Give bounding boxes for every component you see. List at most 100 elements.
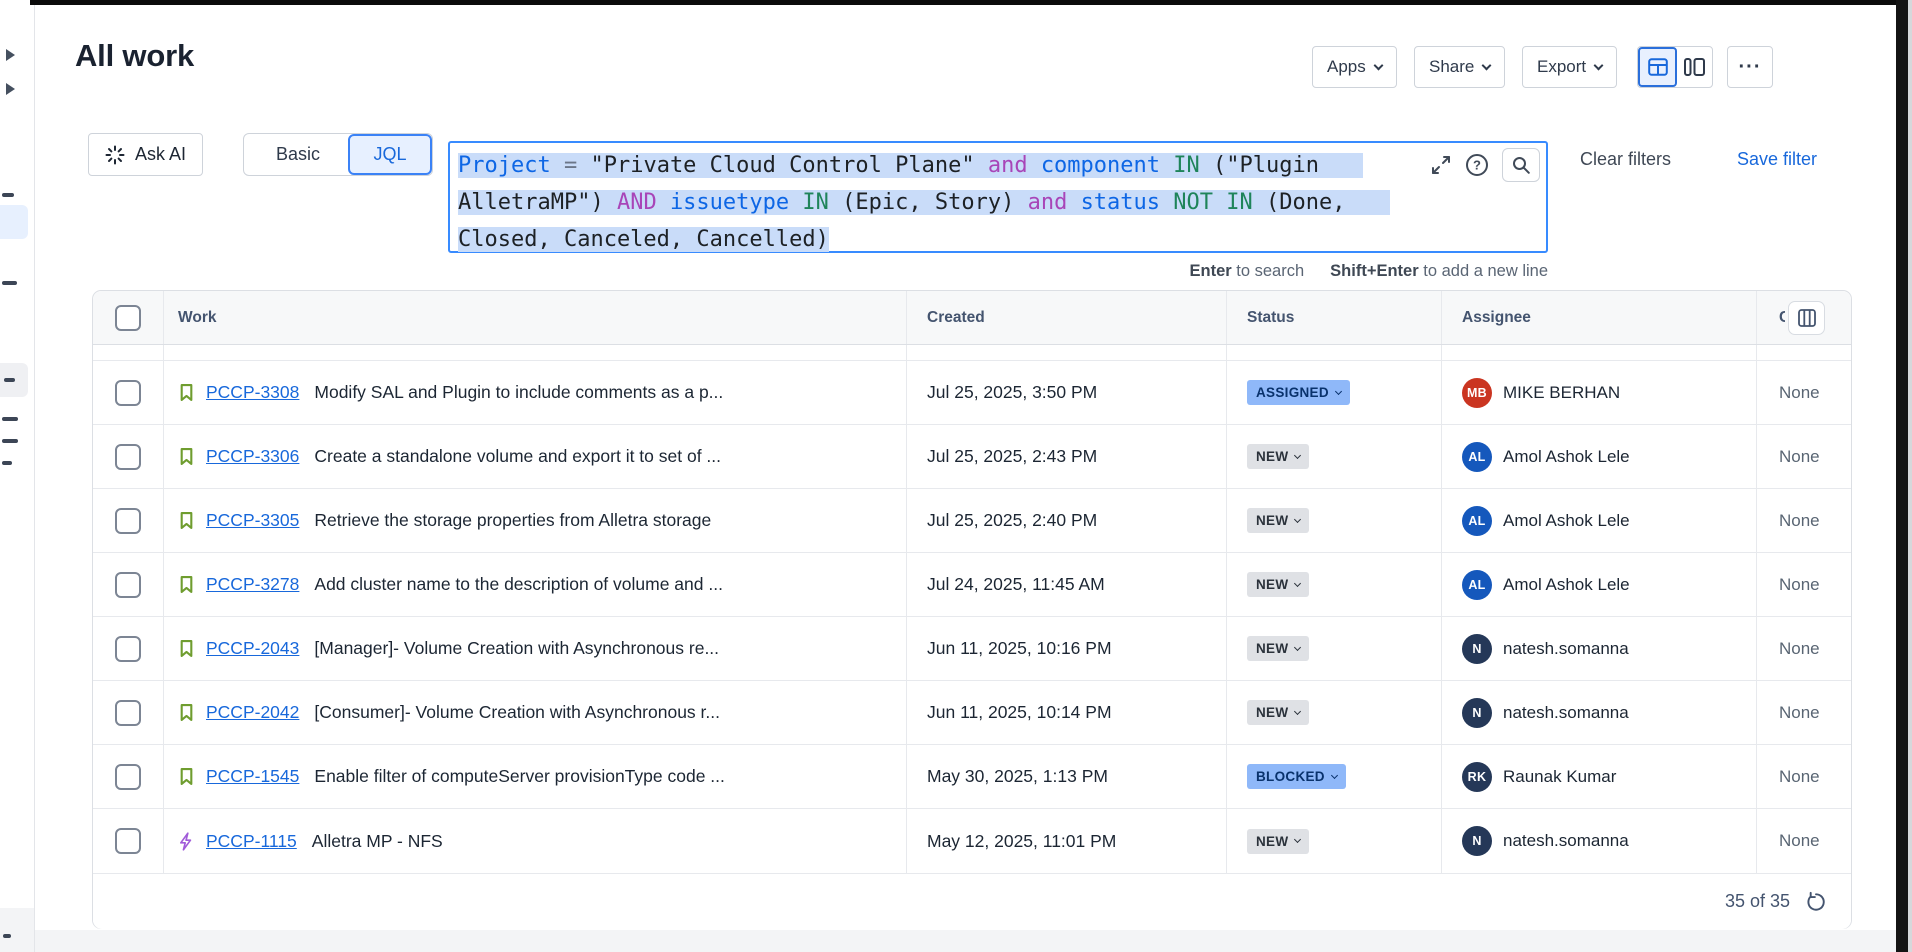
configure-columns-button[interactable] xyxy=(1788,301,1825,335)
row-checkbox[interactable] xyxy=(115,444,141,470)
header-assignee[interactable]: Assignee xyxy=(1441,291,1756,344)
story-icon xyxy=(176,766,197,787)
page-title: All work xyxy=(75,38,194,74)
select-all-checkbox[interactable] xyxy=(115,305,141,331)
save-filter-button[interactable]: Save filter xyxy=(1737,149,1817,170)
status-badge[interactable]: NEW xyxy=(1247,444,1309,469)
jql-editor[interactable]: Project = "Private Cloud Control Plane" … xyxy=(448,141,1548,253)
row-checkbox[interactable] xyxy=(115,764,141,790)
avatar: AL xyxy=(1462,442,1492,472)
detail-view-icon xyxy=(1684,58,1705,76)
hint-enter-text: to search xyxy=(1232,262,1304,280)
issue-key-link[interactable]: PCCP-1545 xyxy=(206,766,299,787)
row-checkbox[interactable] xyxy=(115,828,141,854)
run-search-button[interactable] xyxy=(1502,148,1540,182)
issue-summary: Alletra MP - NFS xyxy=(312,831,443,852)
row-count: 35 of 35 xyxy=(1725,891,1790,912)
partial-scrolled-row xyxy=(93,345,1851,361)
ask-ai-button[interactable]: Ask AI xyxy=(88,133,203,176)
status-badge[interactable]: NEW xyxy=(1247,572,1309,597)
row-checkbox[interactable] xyxy=(115,700,141,726)
last-column-value: None xyxy=(1779,639,1820,659)
table-view-icon xyxy=(1648,58,1668,76)
assignee-name: Amol Ashok Lele xyxy=(1503,575,1630,595)
issue-key-link[interactable]: PCCP-3306 xyxy=(206,446,299,467)
detail-view-toggle[interactable] xyxy=(1677,47,1712,87)
table-row: PCCP-1115 Alletra MP - NFS May 12, 2025,… xyxy=(93,809,1851,873)
assignee-name: natesh.somanna xyxy=(1503,831,1629,851)
status-badge[interactable]: NEW xyxy=(1247,636,1309,661)
assignee-name: Amol Ashok Lele xyxy=(1503,447,1630,467)
basic-mode-tab[interactable]: Basic xyxy=(244,134,352,175)
basic-mode-label: Basic xyxy=(276,144,320,165)
row-checkbox[interactable] xyxy=(115,380,141,406)
header-work[interactable]: Work xyxy=(163,291,906,344)
export-button-label: Export xyxy=(1537,57,1586,77)
table-row: PCCP-3305 Retrieve the storage propertie… xyxy=(93,489,1851,553)
issue-key-link[interactable]: PCCP-1115 xyxy=(206,831,297,852)
work-items-table: Work Created Status Assignee C xyxy=(92,290,1852,929)
story-icon xyxy=(176,382,197,403)
status-badge[interactable]: ASSIGNED xyxy=(1247,380,1350,405)
share-button-label: Share xyxy=(1429,57,1474,77)
syntax-help-button[interactable]: ? xyxy=(1464,152,1490,178)
header-status[interactable]: Status xyxy=(1226,291,1441,344)
chevron-down-icon xyxy=(1373,60,1383,70)
sidebar-fragment xyxy=(2,439,18,443)
export-button[interactable]: Export xyxy=(1522,46,1617,88)
assignee-name: MIKE BERHAN xyxy=(1503,383,1620,403)
avatar: RK xyxy=(1462,762,1492,792)
row-checkbox[interactable] xyxy=(115,636,141,662)
status-label: BLOCKED xyxy=(1256,769,1325,784)
share-button[interactable]: Share xyxy=(1414,46,1505,88)
jql-lines: Project = "Private Cloud Control Plane" … xyxy=(458,147,1390,258)
last-column-value: None xyxy=(1779,703,1820,723)
issue-summary: Modify SAL and Plugin to include comment… xyxy=(314,382,723,403)
ai-sparkle-icon xyxy=(105,145,125,165)
table-footer: 35 of 35 xyxy=(93,873,1851,929)
issue-key-link[interactable]: PCCP-3278 xyxy=(206,574,299,595)
chevron-right-icon[interactable] xyxy=(6,49,15,61)
clear-filters-button[interactable]: Clear filters xyxy=(1580,149,1671,170)
created-date: Jul 24, 2025, 11:45 AM xyxy=(927,574,1105,595)
view-toggle-group xyxy=(1637,46,1713,88)
sidebar-selected-item[interactable] xyxy=(0,205,28,239)
table-view-toggle[interactable] xyxy=(1638,47,1677,87)
more-actions-button[interactable]: ··· xyxy=(1727,46,1773,88)
sidebar-fragment xyxy=(2,281,17,285)
created-date: May 30, 2025, 1:13 PM xyxy=(927,766,1108,787)
window-right-edge xyxy=(1896,0,1908,952)
table-row: PCCP-2043 [Manager]- Volume Creation wit… xyxy=(93,617,1851,681)
created-date: Jul 25, 2025, 2:40 PM xyxy=(927,510,1097,531)
status-badge[interactable]: NEW xyxy=(1247,508,1309,533)
svg-text:?: ? xyxy=(1473,158,1481,173)
issue-key-link[interactable]: PCCP-3305 xyxy=(206,510,299,531)
row-checkbox[interactable] xyxy=(115,508,141,534)
issue-key-link[interactable]: PCCP-3308 xyxy=(206,382,299,403)
status-badge[interactable]: BLOCKED xyxy=(1247,764,1346,789)
status-label: ASSIGNED xyxy=(1256,385,1329,400)
assignee-name: Raunak Kumar xyxy=(1503,767,1616,787)
apps-button[interactable]: Apps xyxy=(1312,46,1397,88)
table-row: PCCP-3308 Modify SAL and Plugin to inclu… xyxy=(93,361,1851,425)
status-badge[interactable]: NEW xyxy=(1247,700,1309,725)
issue-key-link[interactable]: PCCP-2042 xyxy=(206,702,299,723)
created-date: Jul 25, 2025, 3:50 PM xyxy=(927,382,1097,403)
avatar: MB xyxy=(1462,378,1492,408)
expand-editor-button[interactable] xyxy=(1430,154,1452,176)
query-mode-group: Basic JQL xyxy=(243,133,433,176)
status-badge[interactable]: NEW xyxy=(1247,829,1309,854)
header-created[interactable]: Created xyxy=(906,291,1226,344)
apps-button-label: Apps xyxy=(1327,57,1366,77)
row-checkbox[interactable] xyxy=(115,572,141,598)
created-date: Jun 11, 2025, 10:16 PM xyxy=(927,638,1112,659)
jql-mode-tab[interactable]: JQL xyxy=(348,134,432,175)
issue-summary: Retrieve the storage properties from All… xyxy=(314,510,711,531)
refresh-icon[interactable] xyxy=(1805,891,1827,913)
sidebar-fragment xyxy=(3,934,11,938)
chevron-right-icon[interactable] xyxy=(6,83,15,95)
issue-summary: Enable filter of computeServer provision… xyxy=(314,766,725,787)
last-column-value: None xyxy=(1779,575,1820,595)
issue-key-link[interactable]: PCCP-2043 xyxy=(206,638,299,659)
issue-summary: [Manager]- Volume Creation with Asynchro… xyxy=(314,638,719,659)
